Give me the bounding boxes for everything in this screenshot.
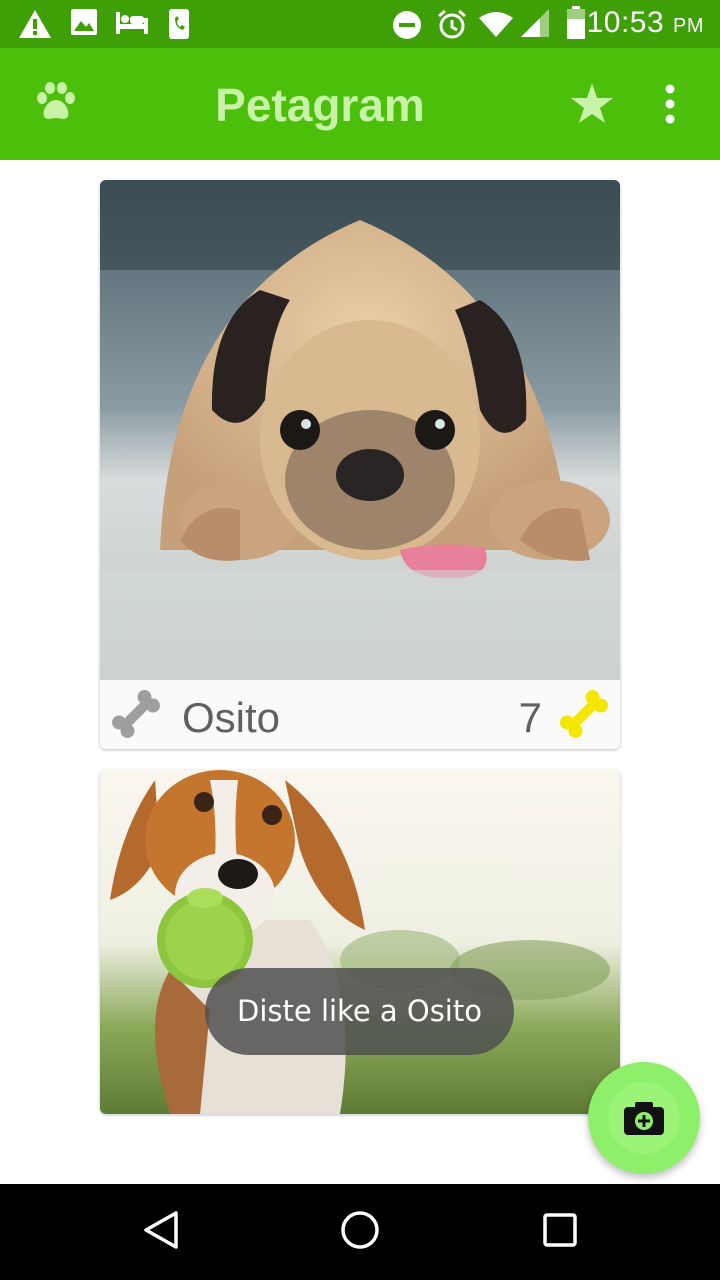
app-title: Petagram xyxy=(215,79,425,131)
home-circle-icon[interactable] xyxy=(340,1210,380,1250)
more-vert-icon[interactable] xyxy=(664,84,676,124)
back-triangle-icon[interactable] xyxy=(142,1210,180,1250)
pet-name: Osito xyxy=(182,694,281,741)
status-time: 10:53 PM xyxy=(586,6,704,39)
star-icon[interactable] xyxy=(570,82,614,124)
alarm-icon xyxy=(438,9,466,39)
navigation-bar xyxy=(0,1184,720,1280)
add-a-photo-icon xyxy=(624,1102,664,1135)
pet-card: Osito 7 xyxy=(100,180,620,749)
bone-icon xyxy=(560,690,608,738)
pet-photo-pug xyxy=(100,180,620,680)
pet-card xyxy=(100,770,620,1114)
recents-square-icon[interactable] xyxy=(542,1210,578,1250)
warning-icon xyxy=(19,10,51,38)
phone-icon xyxy=(169,9,189,39)
pet-photo-beagle xyxy=(100,770,620,1114)
add-photo-fab[interactable] xyxy=(588,1062,700,1174)
battery-icon xyxy=(567,6,585,39)
pet-card-footer: Osito 7 xyxy=(100,680,620,749)
do-not-disturb-icon xyxy=(393,11,421,39)
hotel-icon xyxy=(116,12,148,34)
like-count: 7 xyxy=(518,694,542,741)
wifi-icon xyxy=(479,12,513,37)
image-icon xyxy=(71,9,97,35)
signal-icon xyxy=(521,9,549,37)
toast-message: Diste like a Osito xyxy=(205,968,514,1055)
app-bar: Petagram xyxy=(0,48,720,160)
bone-icon[interactable] xyxy=(108,686,164,742)
status-bar: 10:53 PM xyxy=(0,0,720,48)
